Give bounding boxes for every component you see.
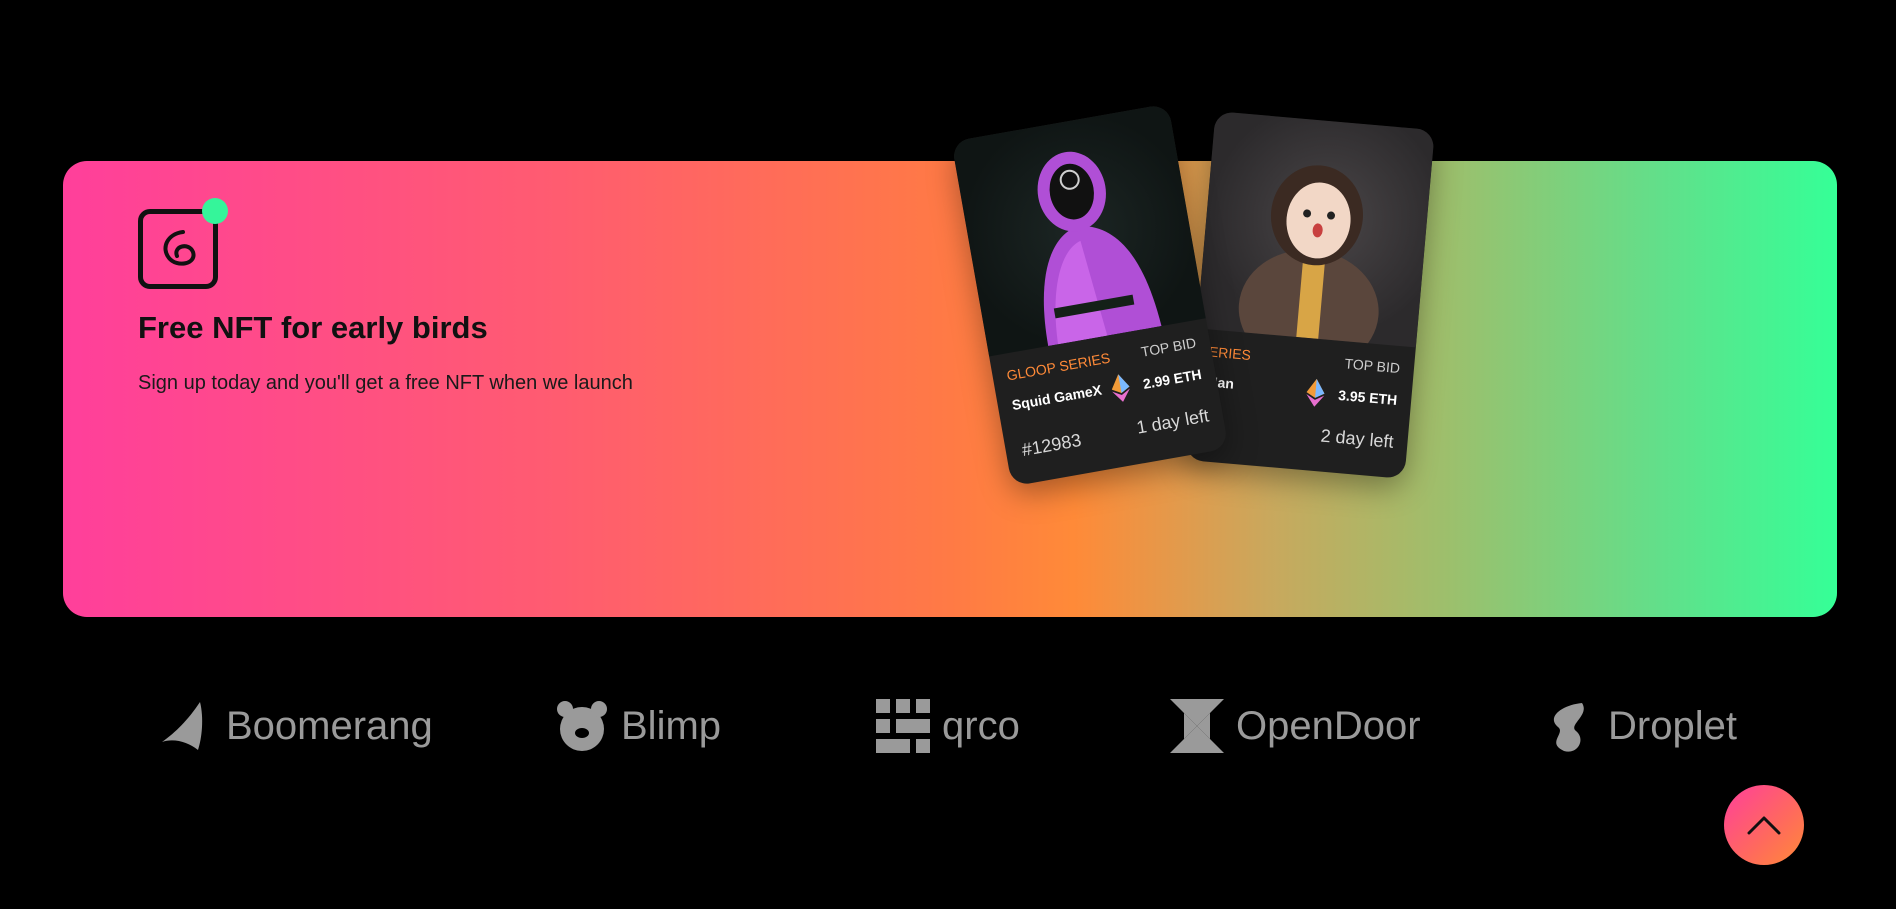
card-price: 2.99 ETH	[1141, 365, 1203, 393]
card-top-bid-label: TOP BID	[1343, 355, 1401, 377]
partner-name: qrco	[942, 703, 1020, 748]
banner-title: Free NFT for early birds	[138, 310, 488, 345]
card-top-bid-label: TOP BID	[1139, 334, 1198, 360]
boomerang-icon	[162, 702, 203, 750]
card-series: GLOOP SERIES	[1005, 349, 1112, 384]
card-price: 3.95 ETH	[1337, 386, 1398, 408]
pink-hooded-figure-art	[951, 103, 1206, 357]
partner-boomerang: Boomerang	[158, 696, 433, 756]
card-time-left: 1 day left	[1135, 405, 1211, 438]
card-id: #12983	[1020, 429, 1083, 461]
open-door-icon	[1170, 699, 1224, 753]
notification-dot	[202, 198, 228, 224]
card-name: Squid GameX	[1010, 381, 1103, 414]
partner-blimp: Blimp	[555, 696, 721, 756]
partner-droplet: Droplet	[1542, 696, 1737, 756]
partner-name: Droplet	[1608, 703, 1737, 748]
partner-name: Boomerang	[226, 703, 433, 748]
scroll-to-top-button[interactable]	[1724, 785, 1804, 865]
card-time-left: 2 day left	[1319, 425, 1395, 452]
ethereum-icon	[1306, 378, 1325, 407]
banner-subtitle: Sign up today and you'll get a free NFT …	[138, 372, 633, 394]
chevron-up-icon	[1747, 816, 1781, 835]
partner-opendoor: OpenDoor	[1170, 696, 1421, 756]
partner-name: OpenDoor	[1236, 703, 1421, 748]
ethereum-icon	[1111, 374, 1130, 402]
bear-icon	[557, 701, 607, 751]
spiral-logo-icon	[163, 230, 196, 266]
partner-qrco: qrco	[876, 696, 1020, 756]
droplet-icon	[1553, 703, 1584, 752]
qr-icon	[876, 699, 930, 753]
partner-name: Blimp	[621, 703, 722, 748]
doll-character-art	[1196, 111, 1435, 371]
